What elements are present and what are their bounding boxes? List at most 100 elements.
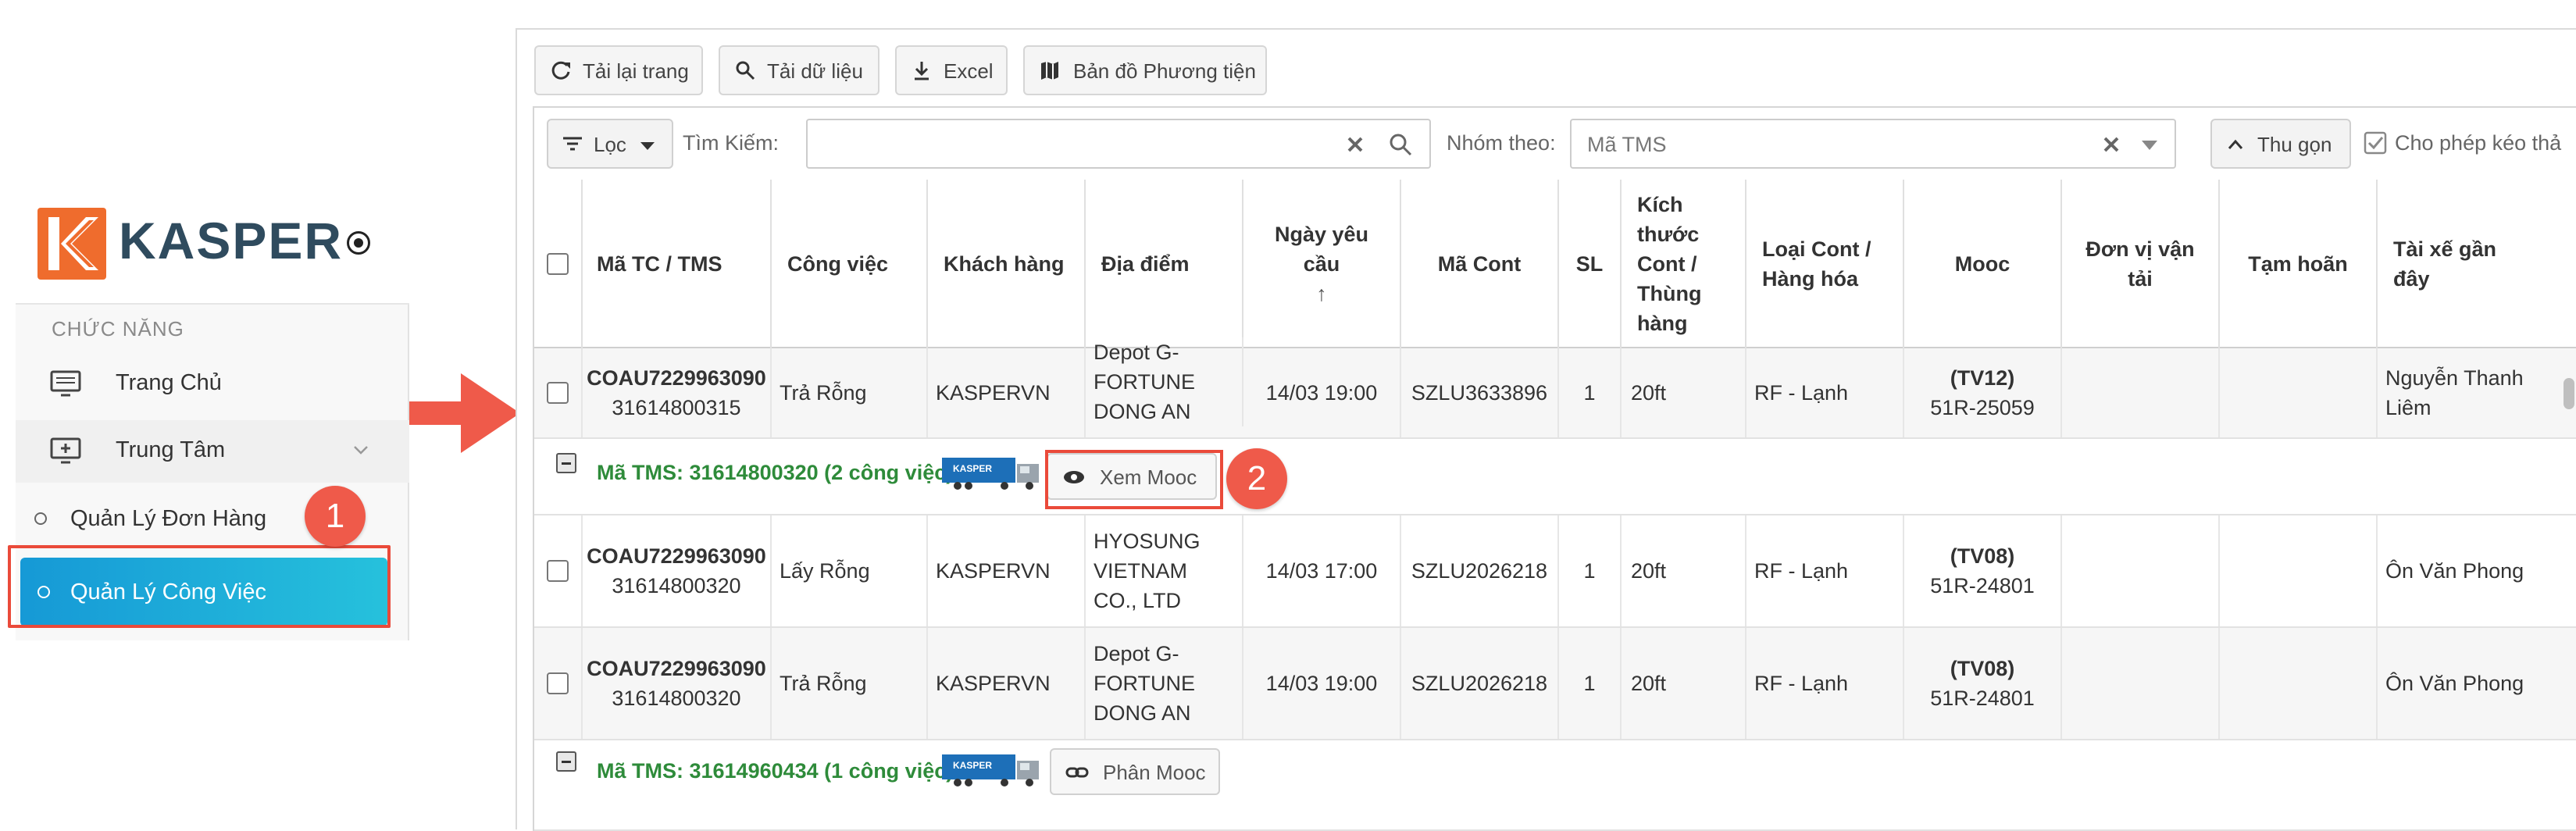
sidebar-item-home[interactable]: Trang Chủ <box>16 353 409 416</box>
chevron-up-icon <box>2228 139 2243 149</box>
cell-suspend <box>2220 348 2378 437</box>
highlight-outline <box>8 545 391 628</box>
monitor-plus-icon <box>50 437 81 464</box>
vehicle-map-button[interactable]: Bản đồ Phương tiện <box>1023 45 1267 95</box>
filter-bar: Lọc Tìm Kiếm: Nhóm theo: Mã TMS Thu gọn … <box>533 106 2576 181</box>
svg-text:KASPER: KASPER <box>953 463 992 474</box>
cell-code: COAU7229963090 <box>587 544 766 568</box>
cell-qty: 1 <box>1559 348 1622 437</box>
caret-down-icon <box>640 142 655 150</box>
sidebar-item-label: Trung Tâm <box>116 437 226 462</box>
reload-button[interactable]: Tải lại trang <box>534 45 703 95</box>
row-checkbox[interactable] <box>547 382 569 404</box>
cell-mooc-plate: 51R-24801 <box>1930 687 2035 710</box>
table-scrollbar[interactable] <box>2564 378 2574 409</box>
cell-suspend <box>2220 515 2378 626</box>
cell-container: SZLU2026218 <box>1401 628 1559 739</box>
cell-carrier <box>2062 348 2220 437</box>
excel-button[interactable]: Excel <box>895 45 1008 95</box>
group-by-label: Nhóm theo: <box>1447 131 1556 155</box>
table-row[interactable]: COAU7229963090 31614800320 Trả Rỗng KASPE… <box>534 628 2576 740</box>
cell-customer: KASPERVN <box>928 348 1086 437</box>
cell-mooc-code: (TV08) <box>1950 544 2015 568</box>
filter-icon <box>563 137 582 151</box>
sidebar-item-center[interactable]: Trung Tâm <box>16 420 409 483</box>
header-code[interactable]: Mã TC / TMS <box>583 180 772 348</box>
group-row: Mã TMS: 31614960434 (1 công việc) KASPER… <box>534 740 2576 831</box>
cell-driver: Nguyễn Thanh Liêm <box>2385 366 2524 419</box>
header-driver[interactable]: Tài xế gần đây <box>2378 180 2576 348</box>
truck-icon: KASPER <box>942 458 1039 490</box>
section-label: CHỨC NĂNG <box>52 317 184 341</box>
checkbox-checked-icon <box>2364 131 2387 155</box>
group-title: Mã TMS: 31614960434 (1 công việc) <box>597 759 954 783</box>
header-type[interactable]: Loại Cont / Hàng hóa <box>1746 180 1904 348</box>
search-input[interactable] <box>806 119 1431 169</box>
search-icon[interactable] <box>1389 133 1412 156</box>
cell-location: Depot G-FORTUNE DONG AN <box>1086 337 1243 426</box>
cell-date: 14/03 19:00 <box>1243 628 1401 739</box>
cell-type: RF - Lạnh <box>1746 515 1904 626</box>
brand-name: KASPER <box>119 212 344 269</box>
cell-location: HYOSUNG VIETNAM CO., LTD <box>1086 515 1243 626</box>
collapse-group-icon[interactable] <box>556 453 576 473</box>
caret-down-icon[interactable] <box>2142 141 2157 150</box>
search-label: Tìm Kiếm: <box>683 131 780 155</box>
cell-customer: KASPERVN <box>928 515 1086 626</box>
filter-dropdown-button[interactable]: Lọc <box>547 119 673 169</box>
header-select-all[interactable] <box>534 180 583 348</box>
header-container[interactable]: Mã Cont <box>1401 180 1559 348</box>
cell-container: SZLU3633896 <box>1401 348 1559 437</box>
table-row[interactable]: COAU7229963090 31614800315 Trả Rỗng KASPE… <box>534 337 2576 439</box>
step-marker-1: 1 <box>305 486 366 547</box>
step-marker-2: 2 <box>1226 448 1287 509</box>
sidebar-sub-item-label: Quản Lý Đơn Hàng <box>70 506 267 531</box>
header-suspend[interactable]: Tạm hoãn <box>2220 180 2378 348</box>
sidebar-toggle-icon[interactable] <box>347 231 370 255</box>
header-location[interactable]: Địa điểm <box>1086 180 1243 348</box>
header-mooc[interactable]: Mooc <box>1904 180 2062 348</box>
header-carrier[interactable]: Đơn vị vận tải <box>2062 180 2220 348</box>
cell-driver: Ôn Văn Phong <box>2385 559 2524 583</box>
cell-qty: 1 <box>1559 515 1622 626</box>
download-icon <box>915 62 929 80</box>
header-request-date[interactable]: Ngày yêu cầu ↑ <box>1243 180 1401 348</box>
row-checkbox[interactable] <box>547 672 569 694</box>
collapse-group-icon[interactable] <box>556 751 576 772</box>
group-row: Mã TMS: 31614800320 (2 công việc) KASPER… <box>534 439 2576 515</box>
select-all-checkbox[interactable] <box>547 253 569 275</box>
cell-driver: Ôn Văn Phong <box>2385 672 2524 695</box>
cell-container: SZLU2026218 <box>1401 515 1559 626</box>
jobs-table: Mã TC / TMS Công việc Khách hàng Địa điể… <box>533 180 2576 831</box>
header-size[interactable]: Kích thước Cont / Thùng hàng <box>1622 180 1746 348</box>
cell-job: Trả Rỗng <box>772 628 928 739</box>
cell-customer: KASPERVN <box>928 628 1086 739</box>
chevron-down-icon <box>354 446 368 455</box>
clear-icon[interactable] <box>2103 136 2120 153</box>
cell-code: COAU7229963090 <box>587 366 766 390</box>
cell-job: Lấy Rỗng <box>772 515 928 626</box>
search-refresh-icon <box>736 61 755 80</box>
clear-icon[interactable] <box>1347 136 1364 153</box>
header-customer[interactable]: Khách hàng <box>928 180 1086 348</box>
cell-tms: 31614800320 <box>612 687 741 710</box>
cell-date: 14/03 19:00 <box>1243 348 1401 437</box>
link-icon <box>1065 767 1089 778</box>
cell-suspend <box>2220 628 2378 739</box>
allow-drag-checkbox[interactable]: Cho phép kéo thả <box>2364 130 2574 161</box>
cell-mooc-plate: 51R-24801 <box>1930 574 2035 597</box>
row-checkbox[interactable] <box>547 560 569 582</box>
group-by-select[interactable]: Mã TMS <box>1570 119 2176 169</box>
header-qty[interactable]: SL <box>1559 180 1622 348</box>
collapse-button[interactable]: Thu gọn <box>2210 119 2351 169</box>
svg-text:KASPER: KASPER <box>953 760 992 771</box>
cell-mooc-code: (TV12) <box>1950 366 2015 390</box>
table-row[interactable]: COAU7229963090 31614800320 Lấy Rỗng KASPE… <box>534 515 2576 628</box>
sidebar-item-label: Trang Chủ <box>116 370 222 395</box>
cell-tms: 31614800315 <box>612 396 741 419</box>
cell-tms: 31614800320 <box>612 574 741 597</box>
cell-size: 20ft <box>1622 628 1746 739</box>
header-job[interactable]: Công việc <box>772 180 928 348</box>
load-data-button[interactable]: Tải dữ liệu <box>719 45 879 95</box>
assign-mooc-button[interactable]: Phân Mooc <box>1050 748 1220 795</box>
